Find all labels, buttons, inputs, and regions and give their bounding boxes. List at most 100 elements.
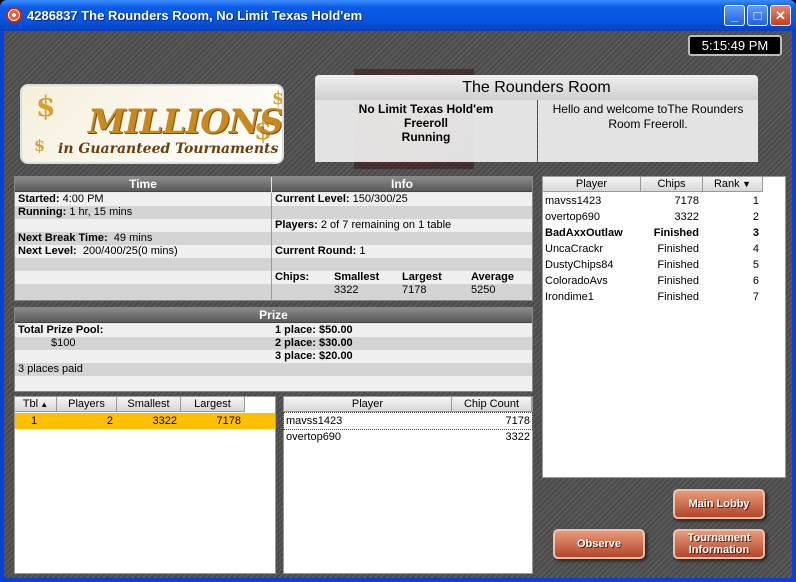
player-name: mavss1423: [286, 415, 343, 427]
next-break-value: 49 mins: [113, 232, 153, 244]
close-button[interactable]: ✕: [770, 5, 791, 26]
smallest-label: Smallest: [334, 271, 380, 283]
standings-list[interactable]: Player Chips Rank ▼ mavss1423 7178 1 overto…: [542, 176, 786, 478]
list-item[interactable]: overtop690 3322: [284, 429, 532, 445]
player-chips: 7178: [505, 415, 530, 427]
standings-player: ColoradoAvs: [545, 275, 608, 287]
table-largest: 7178: [216, 415, 241, 427]
player-chips: 3322: [505, 431, 530, 443]
standings-player: overtop690: [545, 211, 601, 223]
clock-display: 5:15:49 PM: [688, 35, 782, 56]
standings-rank: 5: [752, 259, 759, 271]
smallest-value: 3322: [334, 284, 359, 296]
column-header-player[interactable]: Player: [284, 397, 452, 412]
standings-rank: 4: [752, 243, 759, 255]
table-players: 2: [106, 415, 113, 427]
chips-label: Chips:: [275, 271, 310, 283]
player-name: overtop690: [286, 431, 342, 443]
column-header-chips[interactable]: Chips: [641, 177, 703, 192]
standings-rank: 1: [752, 195, 759, 207]
banner-headline: MILLIONS: [88, 102, 283, 142]
standings-rank: 3: [752, 227, 759, 239]
table-row[interactable]: 1 2 3322 7178: [15, 413, 275, 429]
started-value: 4:00 PM: [62, 193, 104, 205]
standings-row[interactable]: overtop690 3322 2: [543, 209, 785, 225]
current-level-label: Current Level:: [275, 193, 350, 205]
standings-row[interactable]: ColoradoAvs Finished 6: [543, 273, 785, 289]
tournament-status: Running: [401, 130, 451, 144]
poker-chip-icon: [6, 7, 22, 23]
welcome-message: Hello and welcome toThe Rounders Room Fr…: [538, 100, 758, 162]
current-round-value: 1: [359, 245, 366, 257]
standings-row[interactable]: Irondime1 Finished 7: [543, 289, 785, 305]
standings-chips: Finished: [657, 275, 699, 287]
info-header: Info: [272, 177, 532, 192]
running-label: Running:: [18, 206, 67, 218]
standings-row[interactable]: BadAxxOutlaw Finished 3: [543, 225, 785, 241]
sort-ascending-icon: ▲: [38, 400, 49, 409]
column-header-rank[interactable]: Rank ▼: [703, 177, 763, 192]
room-name: The Rounders Room: [315, 75, 758, 100]
dollar-sign-icon: $: [36, 90, 56, 123]
standings-chips: 3322: [674, 211, 699, 223]
standings-row[interactable]: mavss1423 7178 1: [543, 193, 785, 209]
column-header-chip-count[interactable]: Chip Count: [452, 397, 532, 412]
list-item[interactable]: mavss1423 7178: [283, 412, 533, 430]
next-level-label: Next Level:: [18, 245, 77, 257]
prize-pool-value: $100: [51, 337, 76, 349]
standings-rank: 2: [752, 211, 759, 223]
standings-row[interactable]: DustyChips84 Finished 5: [543, 257, 785, 273]
standings-chips: Finished: [657, 243, 699, 255]
button-label-line2: Information: [688, 544, 750, 556]
prize-panel: Prize Total Prize Pool: $100 3 places pa…: [14, 307, 533, 392]
tables-list[interactable]: Tbl ▲ Players Smallest Largest 1 2 3322 …: [14, 396, 276, 574]
current-level-value: 150/300/25: [352, 193, 408, 205]
column-header-largest[interactable]: Largest: [181, 397, 245, 412]
time-header: Time: [15, 177, 271, 192]
place-amount: $30.00: [319, 337, 353, 349]
column-header-smallest[interactable]: Smallest: [117, 397, 181, 412]
prize-pool-label: Total Prize Pool:: [18, 324, 104, 336]
tournament-information-button[interactable]: Tournament Information: [673, 529, 765, 559]
standings-rank: 7: [752, 291, 759, 303]
minimize-button[interactable]: _: [724, 5, 745, 26]
sort-descending-icon: ▼: [739, 179, 752, 189]
dollar-sign-icon: $: [34, 136, 46, 155]
largest-value: 7178: [402, 284, 427, 296]
largest-label: Largest: [402, 271, 442, 283]
maximize-button[interactable]: □: [747, 5, 768, 26]
place-label: 1 place:: [275, 324, 316, 336]
main-lobby-button[interactable]: Main Lobby: [673, 489, 765, 519]
average-value: 5250: [471, 284, 496, 296]
standings-player: Irondime1: [545, 291, 594, 303]
standings-player: BadAxxOutlaw: [545, 227, 623, 239]
standings-row[interactable]: UncaCrackr Finished 4: [543, 241, 785, 257]
started-label: Started:: [18, 193, 60, 205]
average-label: Average: [471, 271, 515, 283]
players-label: Players:: [275, 219, 318, 231]
button-label-line1: Tournament: [687, 532, 751, 544]
millions-banner: $ $ $ $ MILLIONS in Guaranteed Tournamen…: [20, 84, 284, 164]
column-header-tbl[interactable]: Tbl ▲: [15, 397, 57, 412]
title-bar[interactable]: 4286837 The Rounders Room, No Limit Texa…: [0, 0, 796, 31]
running-value: 1 hr, 15 mins: [69, 206, 133, 218]
place-label: 3 place:: [275, 350, 316, 362]
room-game-info: No Limit Texas Hold'em Freeroll Running: [315, 100, 537, 162]
game-type: No Limit Texas Hold'em: [358, 102, 494, 116]
table-players-list[interactable]: Player Chip Count mavss1423 7178 overtop…: [283, 396, 533, 574]
players-value: 2 of 7 remaining on 1 table: [320, 219, 452, 231]
standings-chips: Finished: [657, 259, 699, 271]
next-break-label: Next Break Time:: [18, 232, 108, 244]
column-header-player[interactable]: Player: [543, 177, 641, 192]
window-title: 4286837 The Rounders Room, No Limit Texa…: [27, 8, 363, 23]
time-info-panel: Time Info Started: 4:00 PM Running: 1 hr…: [14, 176, 533, 301]
observe-button[interactable]: Observe: [553, 529, 645, 559]
table-smallest: 3322: [152, 415, 177, 427]
application-window: 4286837 The Rounders Room, No Limit Texa…: [0, 0, 796, 582]
tournament-type: Freeroll: [403, 116, 448, 130]
place-amount: $20.00: [319, 350, 353, 362]
place-label: 2 place:: [275, 337, 316, 349]
banner-subline: in Guaranteed Tournaments: [58, 141, 279, 157]
standings-chips: 7178: [674, 195, 699, 207]
column-header-players[interactable]: Players: [57, 397, 117, 412]
